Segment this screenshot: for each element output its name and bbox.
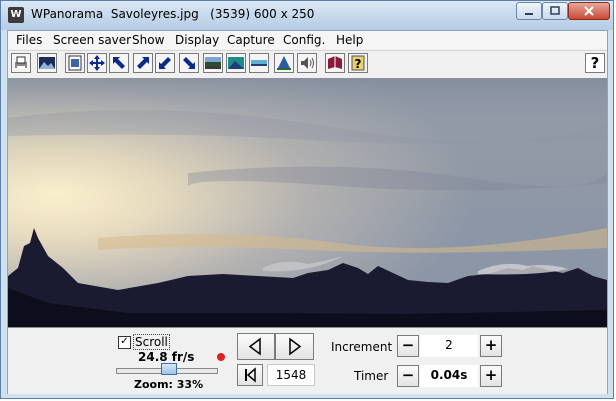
open-file-icon [68, 55, 82, 71]
svg-text:?: ? [355, 57, 362, 71]
scroll-left-button[interactable] [237, 333, 275, 360]
arrow-up-left-icon [113, 57, 125, 69]
picture-icon [39, 57, 55, 69]
skip-to-start-icon [245, 367, 256, 383]
menu-display[interactable]: Display [175, 33, 219, 47]
close-button[interactable] [568, 2, 610, 20]
increment-minus-button[interactable]: − [397, 335, 419, 357]
fps-readout: 24.8 fr/s [138, 350, 195, 364]
toolbar: ? ? [8, 50, 607, 79]
close-icon [584, 6, 594, 16]
menu-screen-saver[interactable]: Screen saver [53, 33, 131, 47]
open-file-button[interactable] [65, 53, 85, 73]
help-icon[interactable]: ? [585, 53, 605, 73]
triangle-left-icon [248, 337, 261, 356]
minimize-icon [525, 13, 533, 15]
maximize-icon [550, 6, 560, 15]
pyramid-icon [277, 56, 291, 70]
window-title: WPanorama Savoleyres.jpg (3539) 600 x 25… [31, 7, 315, 21]
move-button[interactable] [87, 53, 107, 73]
book-icon [328, 56, 342, 69]
scroll-label[interactable]: Scroll [133, 334, 170, 350]
timer-field[interactable]: 0.04s [420, 365, 478, 387]
menu-capture[interactable]: Capture [227, 33, 275, 47]
panorama-icon [205, 57, 221, 69]
picture-button[interactable] [37, 53, 57, 73]
arrow-down-left-button[interactable] [155, 53, 175, 73]
menu-files[interactable]: Files [16, 33, 42, 47]
print-button[interactable] [11, 53, 31, 73]
increment-label: Increment [331, 340, 393, 354]
arrow-down-right-button[interactable] [179, 53, 199, 73]
arrow-diagonal-icon [137, 57, 149, 69]
timer-minus-button[interactable]: − [397, 365, 419, 387]
app-icon[interactable]: W [8, 7, 24, 23]
timer-label: Timer [354, 369, 389, 383]
menu-show[interactable]: Show [132, 33, 164, 47]
increment-plus-button[interactable]: + [480, 335, 502, 357]
menu-config[interactable]: Config. [283, 33, 325, 47]
app-window: W WPanorama Savoleyres.jpg (3539) 600 x … [0, 0, 614, 399]
arrow-diagonal-button[interactable] [133, 53, 153, 73]
book-button[interactable] [325, 53, 345, 73]
panorama-thin-icon [251, 60, 267, 66]
go-to-start-button[interactable] [237, 364, 263, 386]
arrow-up-left-button[interactable] [109, 53, 129, 73]
maximize-button[interactable] [542, 2, 568, 20]
help-book-button[interactable]: ? [348, 53, 368, 73]
help-book-icon: ? [351, 55, 365, 71]
client-area: Files Screen saver Show Display Capture … [7, 30, 608, 394]
print-icon [15, 56, 27, 69]
move-icon [89, 55, 105, 71]
panorama-blue-icon [228, 57, 244, 69]
minimize-button[interactable] [516, 2, 542, 20]
scroll-checkbox[interactable]: ✓ [118, 336, 131, 349]
control-panel: ✓ Scroll 24.8 fr/s Zoom: 33% 1548 Increm… [8, 327, 607, 394]
panorama-blue-button[interactable] [226, 53, 246, 73]
menu-help[interactable]: Help [336, 33, 363, 47]
zoom-slider-thumb[interactable] [161, 363, 177, 375]
zoom-readout: Zoom: 33% [134, 378, 204, 391]
arrow-down-right-icon [183, 57, 195, 69]
panorama-button[interactable] [203, 53, 223, 73]
record-icon [217, 353, 225, 361]
title-bar[interactable]: W WPanorama Savoleyres.jpg (3539) 600 x … [1, 1, 613, 30]
sound-button[interactable] [297, 53, 317, 73]
speaker-icon [301, 57, 314, 69]
triangle-right-icon [289, 337, 302, 356]
scroll-right-button[interactable] [275, 333, 314, 360]
panorama-image [8, 78, 607, 327]
pyramid-button[interactable] [274, 53, 294, 73]
menu-bar: Files Screen saver Show Display Capture … [8, 31, 607, 49]
panorama-view[interactable] [8, 78, 607, 327]
timer-plus-button[interactable]: + [480, 365, 502, 387]
position-field[interactable]: 1548 [267, 364, 315, 386]
increment-field[interactable]: 2 [420, 335, 478, 357]
arrow-down-left-icon [159, 57, 171, 69]
panorama-thin-button[interactable] [249, 53, 269, 73]
